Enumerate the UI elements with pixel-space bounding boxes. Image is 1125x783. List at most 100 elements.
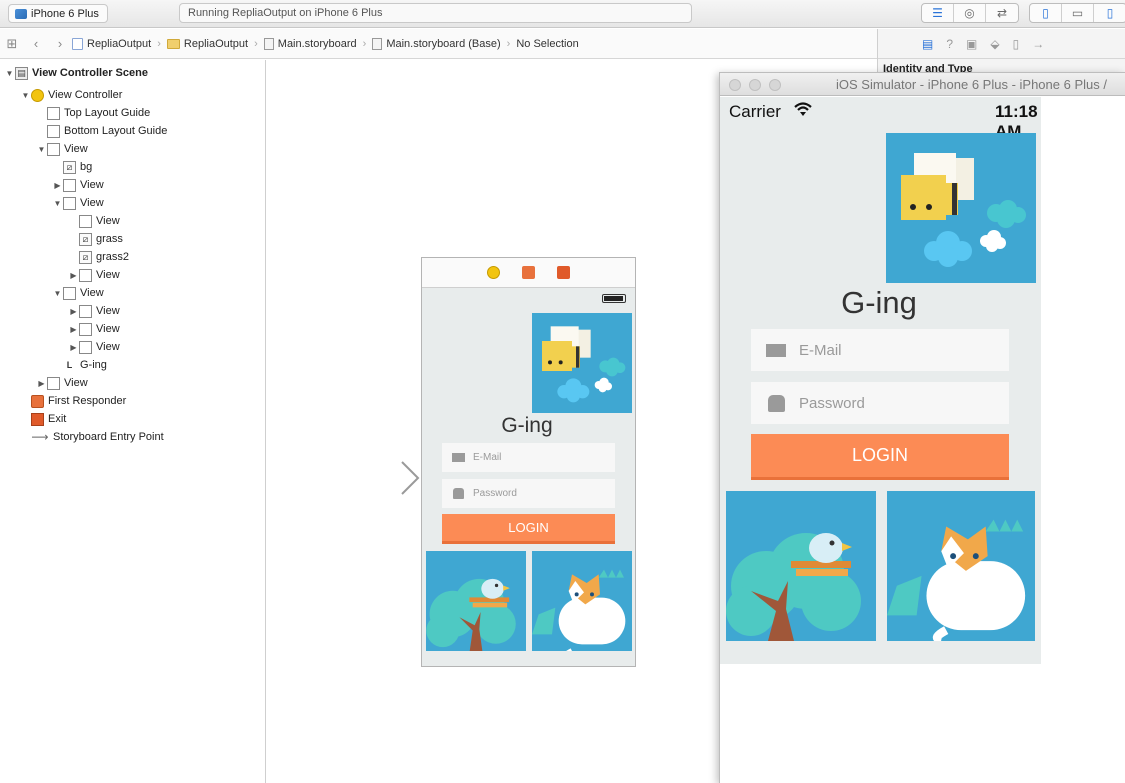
- file-inspector-icon[interactable]: ▤: [922, 37, 933, 51]
- standard-editor-icon[interactable]: ☰: [922, 4, 954, 22]
- outline-item-bg[interactable]: ⧄ bg: [52, 158, 92, 176]
- zoom-button[interactable]: [769, 79, 781, 91]
- outline-item-view[interactable]: ▼ View: [52, 194, 104, 212]
- cat-tile: [887, 491, 1035, 641]
- cat-icon: [532, 569, 626, 651]
- email-field[interactable]: E-Mail: [751, 329, 1009, 371]
- entry-point-arrow-icon[interactable]: [322, 458, 422, 498]
- folder-icon: [166, 38, 180, 49]
- email-placeholder: E-Mail: [473, 452, 502, 463]
- outline-item-grass[interactable]: ⧄ grass: [68, 230, 123, 248]
- disclosure-open-icon[interactable]: ▼: [52, 199, 63, 208]
- wifi-icon: [794, 102, 812, 116]
- outline-item-exit[interactable]: Exit: [20, 410, 66, 428]
- outline-item-view[interactable]: ▶ View: [52, 176, 104, 194]
- image-view-icon: ⧄: [79, 232, 92, 246]
- outline-item-view[interactable]: ▶ View: [68, 266, 120, 284]
- quick-help-icon[interactable]: ?: [946, 37, 953, 51]
- outline-item-view[interactable]: ▶ View: [36, 374, 88, 392]
- version-editor-icon[interactable]: ⇄: [986, 4, 1018, 22]
- size-inspector-icon[interactable]: ▯: [1013, 37, 1020, 51]
- bee-illustration: [886, 133, 1036, 283]
- disclosure-closed-icon[interactable]: ▶: [68, 325, 79, 334]
- utilities-toggle-icon[interactable]: ▯: [1094, 4, 1125, 22]
- lock-icon: [453, 488, 464, 499]
- outline-item-entry-point[interactable]: ⟶ Storyboard Entry Point: [20, 428, 164, 446]
- disclosure-open-icon[interactable]: ▼: [36, 145, 47, 154]
- view-icon: [79, 322, 92, 336]
- image-view-icon: ⧄: [63, 160, 76, 174]
- storyboard-scene-frame[interactable]: G-ing E-Mail Password LOGIN: [421, 257, 636, 667]
- outline-item-view[interactable]: View: [68, 212, 120, 230]
- disclosure-closed-icon[interactable]: ▶: [68, 343, 79, 352]
- disclosure-closed-icon[interactable]: ▶: [52, 181, 63, 190]
- breadcrumb-storyboard-base[interactable]: Main.storyboard (Base): [372, 37, 501, 50]
- close-button[interactable]: [729, 79, 741, 91]
- outline-item-scene[interactable]: ▼ ▤ View Controller Scene: [4, 64, 148, 82]
- back-icon[interactable]: ‹: [24, 36, 48, 51]
- lock-icon: [768, 394, 785, 412]
- disclosure-open-icon[interactable]: ▼: [20, 91, 31, 100]
- entry-arrow-icon: ⟶: [31, 430, 49, 444]
- password-field[interactable]: Password: [442, 479, 615, 508]
- project-icon: [72, 37, 83, 50]
- inspector-tabs: ▤ ? ▣ ⬙ ▯ →: [878, 29, 1125, 59]
- first-responder-icon: [31, 394, 44, 408]
- layout-guide-icon: [47, 124, 60, 138]
- view-icon: [79, 340, 92, 354]
- exit-icon[interactable]: [557, 266, 570, 279]
- outline-item-top-layout-guide[interactable]: Top Layout Guide: [36, 104, 150, 122]
- bird-tree-tile: [426, 551, 526, 651]
- forward-icon[interactable]: ›: [48, 36, 72, 51]
- view-icon: [47, 376, 60, 390]
- identity-inspector-icon[interactable]: ▣: [966, 37, 977, 51]
- assistant-editor-icon[interactable]: ◎: [954, 4, 986, 22]
- outline-item-label-g-ing[interactable]: L G-ing: [52, 356, 107, 374]
- outline-item-bottom-layout-guide[interactable]: Bottom Layout Guide: [36, 122, 167, 140]
- breadcrumb-selection[interactable]: No Selection: [516, 38, 578, 50]
- ios-simulator-window: iOS Simulator - iPhone 6 Plus - iPhone 6…: [719, 72, 1125, 783]
- outline-item-grass2[interactable]: ⧄ grass2: [68, 248, 129, 266]
- disclosure-closed-icon[interactable]: ▶: [36, 379, 47, 388]
- attributes-inspector-icon[interactable]: ⬙: [990, 37, 999, 51]
- view-icon: [63, 286, 76, 300]
- password-field[interactable]: Password: [751, 382, 1009, 424]
- outline-item-view[interactable]: ▼ View: [36, 140, 88, 158]
- login-button[interactable]: LOGIN: [442, 514, 615, 544]
- outline-item-first-responder[interactable]: First Responder: [20, 392, 126, 410]
- breadcrumb-storyboard[interactable]: Main.storyboard: [263, 37, 357, 50]
- scene-icon: ▤: [15, 66, 28, 80]
- simulator-screen[interactable]: Carrier 11:18 AM G-ing E-Mail Password L…: [720, 97, 1041, 664]
- device-icon: [15, 8, 27, 19]
- outline-item-view[interactable]: ▶ View: [68, 302, 120, 320]
- related-items-icon[interactable]: ⊞: [0, 36, 24, 52]
- outline-item-view-controller[interactable]: ▼ View Controller: [20, 86, 122, 104]
- navigator-toggle-icon[interactable]: ▯: [1030, 4, 1062, 22]
- outline-item-view[interactable]: ▼ View: [52, 284, 104, 302]
- debug-area-toggle-icon[interactable]: ▭: [1062, 4, 1094, 22]
- jump-bar: ⊞ ‹ › RepliaOutput › RepliaOutput › Main…: [0, 29, 877, 59]
- login-button[interactable]: LOGIN: [751, 434, 1009, 480]
- bird-tree-icon: [426, 578, 516, 651]
- simulator-title: iOS Simulator - iPhone 6 Plus - iPhone 6…: [836, 77, 1107, 92]
- outline-item-view[interactable]: ▶ View: [68, 338, 120, 356]
- storyboard-file-icon: [372, 37, 383, 50]
- outline-item-view[interactable]: ▶ View: [68, 320, 120, 338]
- breadcrumb-project[interactable]: RepliaOutput: [72, 37, 151, 50]
- view-controller-icon[interactable]: [487, 266, 500, 279]
- scheme-selector[interactable]: iPhone 6 Plus: [8, 4, 108, 23]
- mail-icon: [452, 453, 465, 462]
- view-icon: [79, 268, 92, 282]
- view-icon: [79, 214, 92, 228]
- email-field[interactable]: E-Mail: [442, 443, 615, 472]
- disclosure-open-icon[interactable]: ▼: [52, 289, 63, 298]
- first-responder-icon[interactable]: [522, 266, 535, 279]
- bird-tree-tile: [726, 491, 876, 641]
- breadcrumb-group[interactable]: RepliaOutput: [166, 38, 248, 50]
- disclosure-closed-icon[interactable]: ▶: [68, 307, 79, 316]
- connections-inspector-icon[interactable]: →: [1032, 37, 1044, 51]
- disclosure-closed-icon[interactable]: ▶: [68, 271, 79, 280]
- disclosure-open-icon[interactable]: ▼: [4, 69, 15, 78]
- minimize-button[interactable]: [749, 79, 761, 91]
- storyboard-file-icon: [263, 37, 274, 50]
